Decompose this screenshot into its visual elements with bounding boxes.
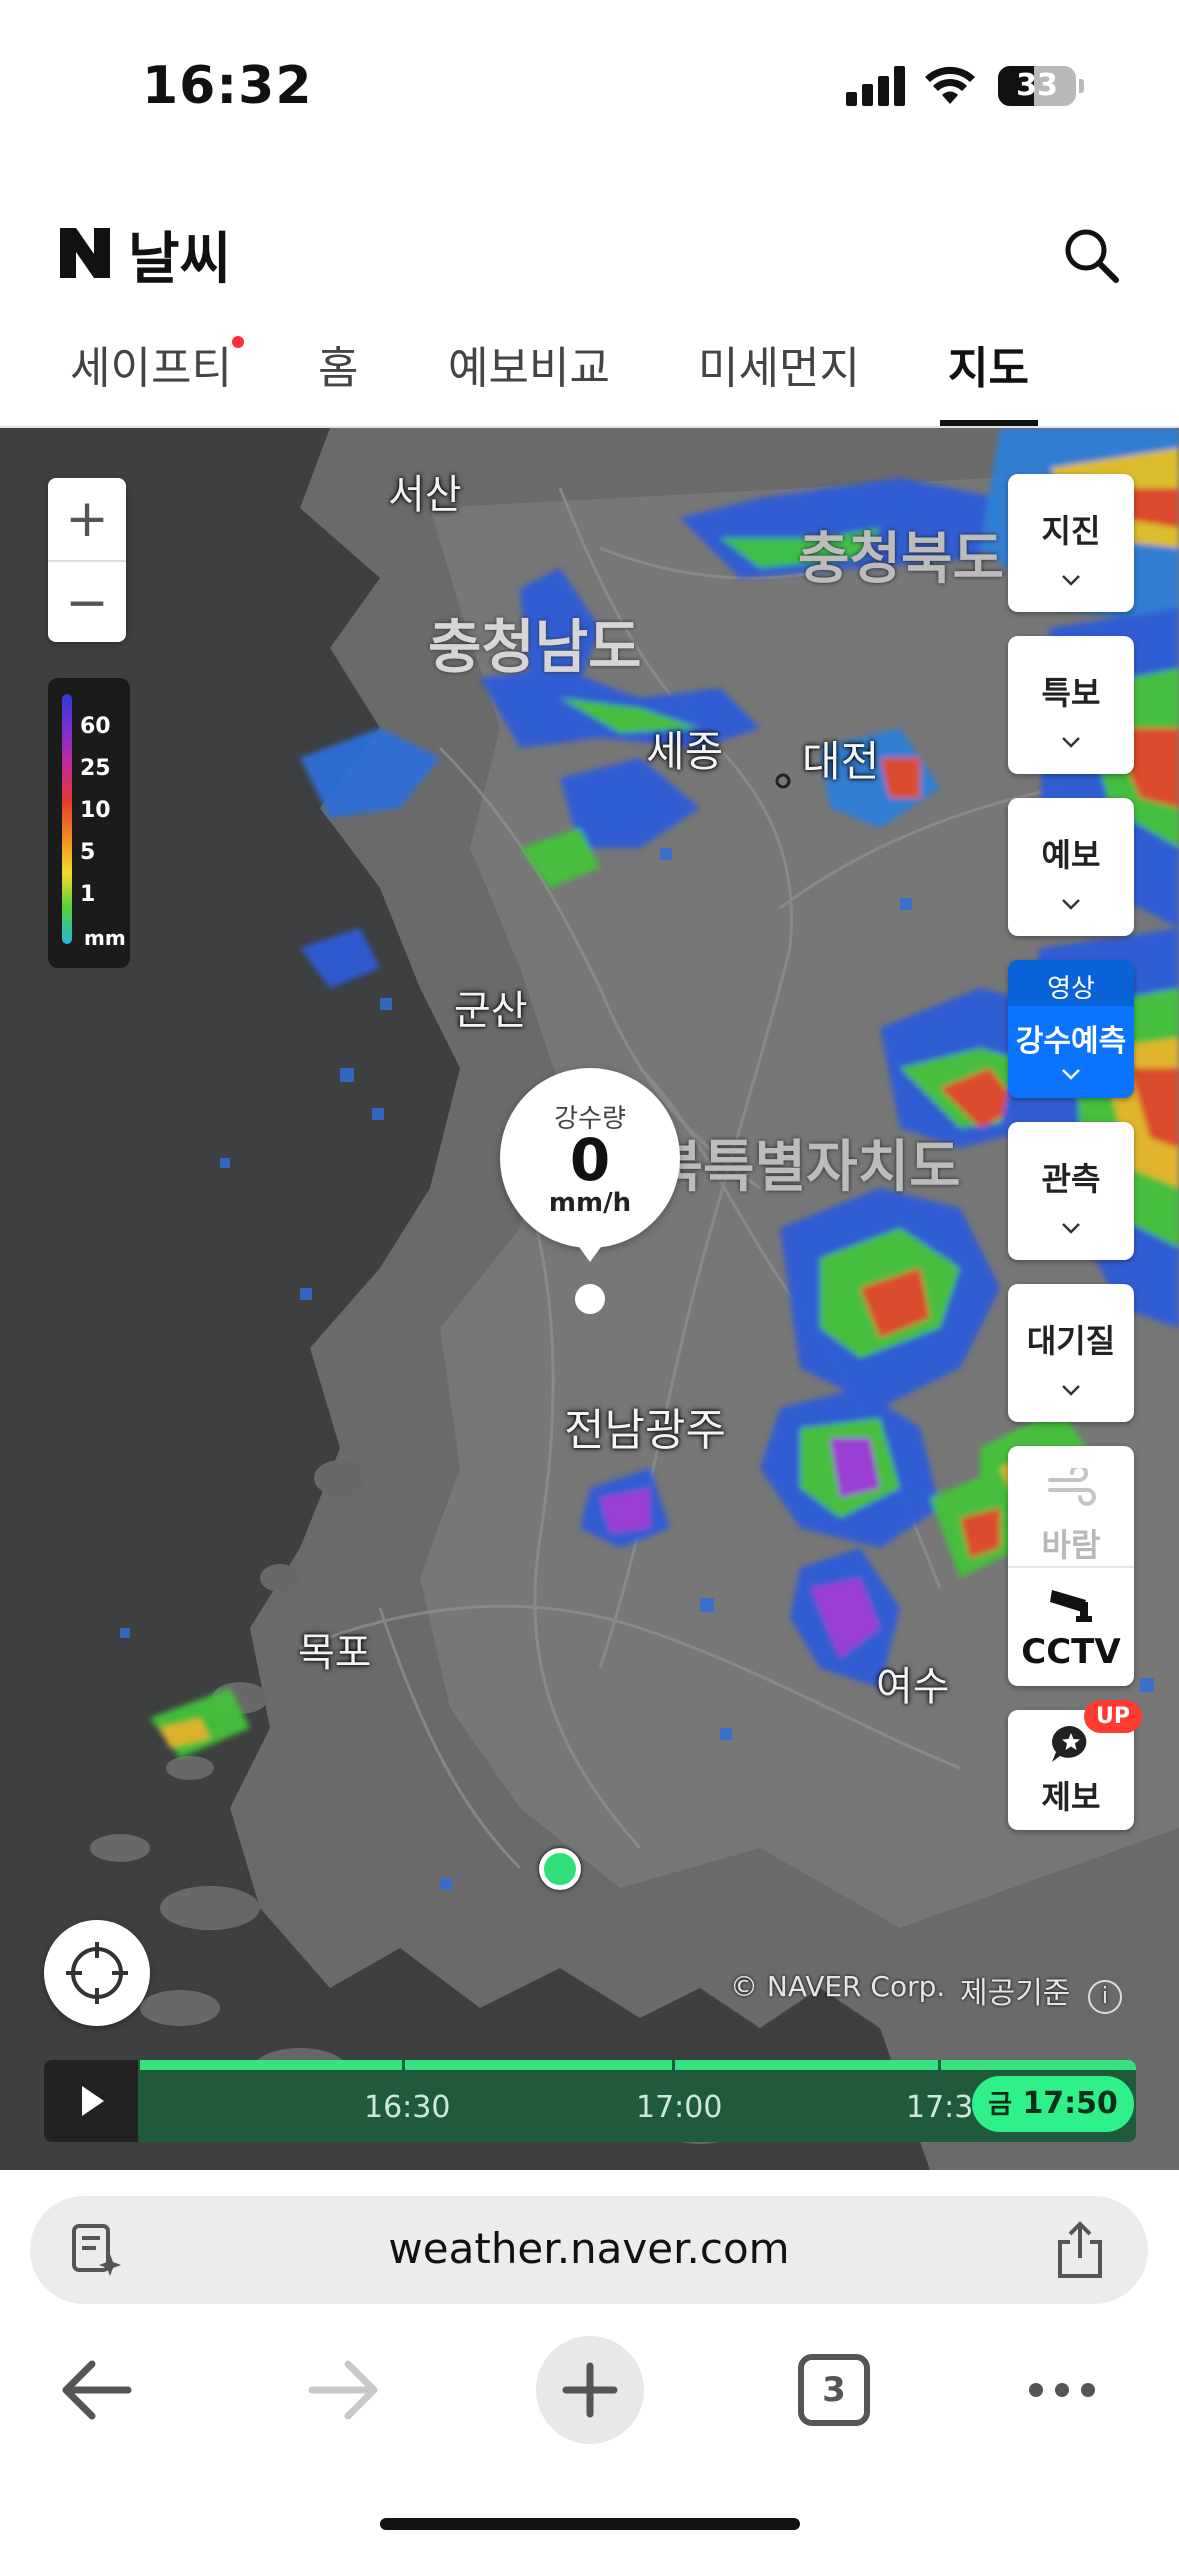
map-credit: © NAVER Corp. xyxy=(730,1970,946,2003)
tabs-button[interactable]: 3 xyxy=(774,2330,894,2450)
map-label-jeonnam-gwangju: 전남광주 xyxy=(564,1405,726,1456)
up-badge: UP xyxy=(1084,1700,1142,1733)
address-bar[interactable]: weather.naver.com xyxy=(30,2196,1148,2304)
timeline-current-time[interactable]: 금 17:50 xyxy=(972,2076,1134,2132)
active-tab-indicator xyxy=(940,420,1038,426)
status-bar: 16:32 33 xyxy=(0,0,1179,170)
precipitation-forecast-video-button[interactable]: 영상 강수예측 xyxy=(1008,960,1134,1098)
timeline-tick-label: 17:3 xyxy=(906,2090,974,2125)
tab-map[interactable]: 지도 xyxy=(948,332,1029,396)
play-button[interactable] xyxy=(44,2060,138,2142)
chevron-down-icon xyxy=(1062,575,1080,586)
legend-level: 5 xyxy=(80,840,96,865)
observation-layer-button[interactable]: 관측 xyxy=(1008,1122,1134,1260)
new-tab-plus-icon[interactable] xyxy=(530,2330,650,2450)
warning-layer-button[interactable]: 특보 xyxy=(1008,636,1134,774)
map-label-chungbuk: 충청북도 xyxy=(798,527,1005,592)
precipitation-bubble[interactable]: 강수량 0 mm/h xyxy=(500,1068,680,1248)
new-dot-badge xyxy=(231,336,244,348)
tab-fine-dust[interactable]: 미세먼지 xyxy=(698,332,860,396)
timeline-tick-label: 17:00 xyxy=(636,2090,723,2125)
zoom-control: + − xyxy=(48,478,126,642)
cellular-signal-icon xyxy=(846,66,906,106)
map-label-yeosu: 여수 xyxy=(876,1664,950,1710)
tab-forecast-compare[interactable]: 예보비교 xyxy=(448,332,610,396)
tab-count: 3 xyxy=(798,2354,870,2426)
back-arrow-icon[interactable] xyxy=(36,2330,156,2450)
legend-unit: mm xyxy=(84,926,126,950)
forward-arrow-icon[interactable] xyxy=(284,2330,404,2450)
air-quality-layer-button[interactable]: 대기질 xyxy=(1008,1284,1134,1422)
play-icon xyxy=(82,2086,104,2116)
chevron-down-icon xyxy=(1062,1069,1080,1080)
report-button[interactable]: 제보 UP xyxy=(1008,1700,1142,1830)
earthquake-layer-button[interactable]: 지진 xyxy=(1008,474,1134,612)
tab-bar: 세이프티 홈 예보비교 미세먼지 지도 xyxy=(0,320,1179,428)
chevron-down-icon xyxy=(1062,1223,1080,1234)
cctv-layer-button[interactable]: CCTV xyxy=(1008,1572,1134,1682)
selected-point-marker[interactable] xyxy=(575,1284,605,1314)
video-sub-label: 영상 xyxy=(1047,974,1095,1004)
weather-map[interactable]: 서산 충청남도 충청북도 세종 대전 군산 전북특별자치도 전남광주 목포 여수… xyxy=(0,428,1179,2170)
map-label-daejeon: 대전 xyxy=(802,737,880,786)
battery-icon: 33 xyxy=(998,66,1084,106)
forecast-layer-button[interactable]: 예보 xyxy=(1008,798,1134,936)
legend-level: 25 xyxy=(80,756,111,781)
report-chat-icon xyxy=(1052,1725,1087,1762)
zoom-in-button[interactable]: + xyxy=(48,478,126,560)
tab-home[interactable]: 홈 xyxy=(318,332,358,396)
legend-level: 1 xyxy=(80,882,96,907)
legend-level: 60 xyxy=(80,714,111,739)
battery-percent: 33 xyxy=(1016,68,1058,103)
map-label-gunsan: 군산 xyxy=(454,988,528,1034)
data-source-link[interactable]: 제공기준 i xyxy=(960,1968,1122,2014)
search-icon[interactable] xyxy=(1060,224,1122,286)
bubble-value: 0 xyxy=(569,1126,611,1194)
bubble-unit: mm/h xyxy=(548,1188,632,1218)
legend-level: 10 xyxy=(80,798,111,823)
map-label-seosan: 서산 xyxy=(388,472,462,518)
timeline-progress-track[interactable] xyxy=(140,2060,1136,2070)
my-location-button[interactable] xyxy=(44,1920,150,2026)
bubble-tail xyxy=(574,1240,606,1262)
wind-layer-button[interactable]: 바람 xyxy=(1008,1456,1134,1566)
status-time: 16:32 xyxy=(142,56,313,116)
browser-nav-bar: 3 xyxy=(0,2330,1179,2450)
home-indicator xyxy=(380,2518,800,2530)
crosshair-icon xyxy=(66,1942,128,2004)
map-label-mokpo: 목포 xyxy=(298,1630,372,1676)
zoom-out-button[interactable]: − xyxy=(48,560,126,642)
tab-safety[interactable]: 세이프티 xyxy=(70,332,244,396)
precipitation-legend: 60 25 10 5 1 mm xyxy=(48,678,130,968)
current-location-marker[interactable] xyxy=(539,1848,581,1890)
share-icon[interactable] xyxy=(1050,2218,1110,2282)
wifi-icon xyxy=(925,66,975,104)
naver-logo-icon[interactable] xyxy=(58,226,112,280)
page-title[interactable]: 날씨 xyxy=(128,214,231,295)
url-text: weather.naver.com xyxy=(388,2224,790,2273)
wind-cctv-group: 바람 CCTV xyxy=(1008,1446,1134,1686)
chevron-down-icon xyxy=(1062,737,1080,748)
wind-icon xyxy=(1048,1468,1096,1506)
info-icon: i xyxy=(1087,1980,1122,2014)
timeline-tick-label: 16:30 xyxy=(364,2090,451,2125)
map-label-chungnam: 충청남도 xyxy=(428,613,642,681)
map-label-sejong: 세종 xyxy=(646,727,724,776)
browser-toolbar: weather.naver.com 3 xyxy=(0,2170,1179,2556)
chevron-down-icon xyxy=(1062,899,1080,910)
app-header: 날씨 세이프티 홈 예보비교 미세먼지 지도 xyxy=(0,170,1179,428)
more-options-icon[interactable] xyxy=(1002,2330,1122,2450)
legend-color-bar xyxy=(62,694,72,944)
cctv-camera-icon xyxy=(1050,1590,1092,1622)
chevron-down-icon xyxy=(1062,1385,1080,1396)
